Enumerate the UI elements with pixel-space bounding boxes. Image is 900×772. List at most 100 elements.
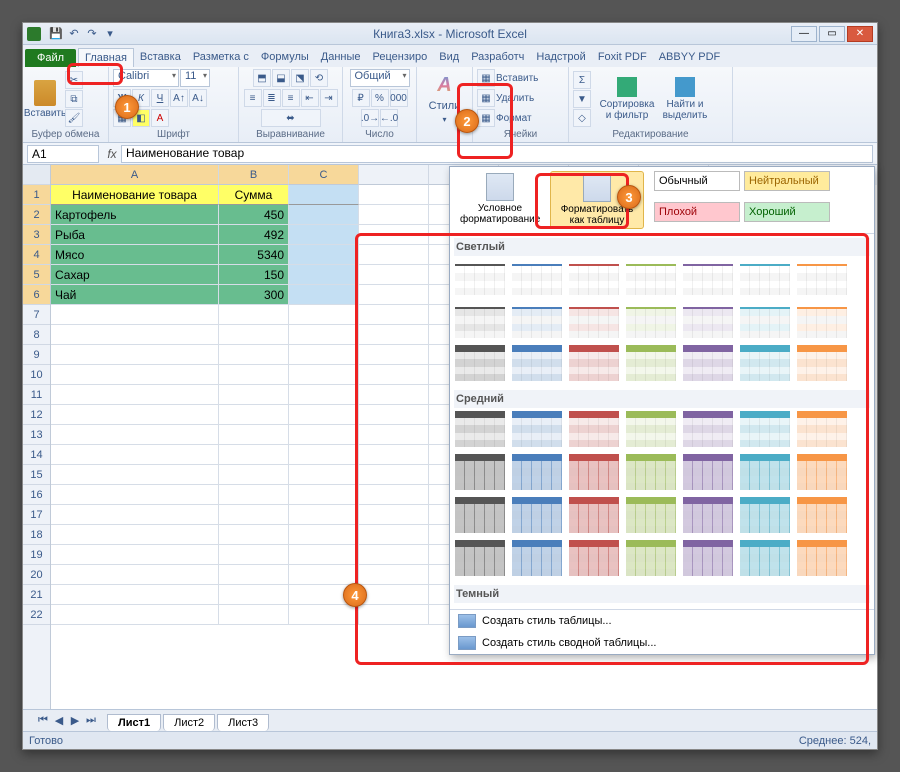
orientation-icon[interactable]: ⟲	[310, 69, 328, 87]
table-style-thumb[interactable]	[454, 258, 506, 296]
cell[interactable]	[289, 205, 359, 225]
cell[interactable]	[289, 485, 359, 505]
qat-dropdown-icon[interactable]: ▾	[102, 26, 118, 42]
cell[interactable]	[289, 425, 359, 445]
indent-dec-icon[interactable]: ⇤	[301, 89, 319, 107]
redo-icon[interactable]: ↷	[84, 26, 100, 42]
cell[interactable]	[289, 285, 359, 305]
cell[interactable]	[289, 365, 359, 385]
percent-icon[interactable]: %	[371, 89, 389, 107]
wrap-merge-icon[interactable]: ⬌	[261, 109, 321, 127]
align-right-icon[interactable]: ≡	[282, 89, 300, 107]
cell[interactable]	[219, 485, 289, 505]
cell[interactable]	[51, 365, 219, 385]
table-style-thumb[interactable]	[511, 539, 563, 577]
sheet-tab[interactable]: Лист1	[107, 714, 161, 731]
copy-icon[interactable]: ⧉	[65, 90, 83, 108]
row-header[interactable]: 11	[23, 385, 50, 405]
table-style-thumb[interactable]	[454, 539, 506, 577]
align-bot-icon[interactable]: ⬔	[291, 69, 309, 87]
ribbon-tab-0[interactable]: Главная	[78, 48, 134, 67]
save-icon[interactable]: 💾	[48, 26, 64, 42]
maximize-button[interactable]: ▭	[819, 26, 845, 42]
underline-button[interactable]: Ч	[151, 89, 169, 107]
ribbon-tab-5[interactable]: Рецензиро	[367, 48, 434, 67]
cell[interactable]	[289, 505, 359, 525]
indent-inc-icon[interactable]: ⇥	[320, 89, 338, 107]
col-header[interactable]: A	[51, 165, 219, 185]
cell[interactable]: Сумма	[219, 185, 289, 205]
table-style-thumb[interactable]	[739, 496, 791, 534]
cell[interactable]	[51, 605, 219, 625]
row-header[interactable]: 9	[23, 345, 50, 365]
align-top-icon[interactable]: ⬒	[253, 69, 271, 87]
table-style-thumb[interactable]	[568, 344, 620, 382]
cell[interactable]	[289, 545, 359, 565]
table-style-thumb[interactable]	[796, 301, 848, 339]
table-style-thumb[interactable]	[796, 453, 848, 491]
cell[interactable]	[289, 605, 359, 625]
table-style-thumb[interactable]	[739, 301, 791, 339]
ribbon-tab-4[interactable]: Данные	[315, 48, 367, 67]
row-header[interactable]: 8	[23, 325, 50, 345]
comma-icon[interactable]: 000	[390, 89, 408, 107]
cell[interactable]: Мясо	[51, 245, 219, 265]
align-left-icon[interactable]: ≡	[244, 89, 262, 107]
table-style-thumb[interactable]	[568, 539, 620, 577]
ribbon-tab-9[interactable]: Foxit PDF	[592, 48, 653, 67]
cell[interactable]	[219, 505, 289, 525]
new-table-style[interactable]: Создать стиль таблицы...	[450, 610, 874, 632]
table-style-thumb[interactable]	[454, 301, 506, 339]
cell[interactable]	[51, 465, 219, 485]
table-style-thumb[interactable]	[796, 496, 848, 534]
ribbon-tab-1[interactable]: Вставка	[134, 48, 187, 67]
ribbon-tab-6[interactable]: Вид	[433, 48, 465, 67]
table-style-thumb[interactable]	[511, 344, 563, 382]
table-style-thumb[interactable]	[682, 453, 734, 491]
clear-icon[interactable]: ◇	[573, 109, 591, 127]
insert-cells-icon[interactable]: ▦	[477, 69, 495, 87]
formula-input[interactable]: Наименование товар	[121, 145, 873, 163]
dec-decimal-icon[interactable]: ←.0	[380, 109, 398, 127]
row-header[interactable]: 19	[23, 545, 50, 565]
select-all-corner[interactable]	[23, 165, 50, 185]
table-style-thumb[interactable]	[682, 344, 734, 382]
ribbon-tab-10[interactable]: ABBYY PDF	[653, 48, 727, 67]
cell[interactable]: 5340	[219, 245, 289, 265]
last-sheet-icon[interactable]: ⏭	[83, 714, 99, 727]
name-box[interactable]: A1	[27, 145, 99, 163]
ribbon-tab-3[interactable]: Формулы	[255, 48, 315, 67]
table-style-thumb[interactable]	[625, 301, 677, 339]
font-name-combo[interactable]: Calibri	[113, 69, 179, 87]
table-style-thumb[interactable]	[625, 410, 677, 448]
delete-cells-icon[interactable]: ▦	[477, 89, 495, 107]
cell[interactable]	[51, 485, 219, 505]
cell[interactable]	[51, 585, 219, 605]
font-color-icon[interactable]: A	[151, 109, 169, 127]
row-header[interactable]: 7	[23, 305, 50, 325]
fill-icon[interactable]: ▼	[573, 90, 591, 108]
cell[interactable]	[289, 305, 359, 325]
table-style-thumb[interactable]	[739, 453, 791, 491]
conditional-formatting-button[interactable]: Условное форматирование	[454, 171, 546, 229]
find-select-button[interactable]: Найти и выделить	[657, 74, 713, 124]
table-style-thumb[interactable]	[625, 258, 677, 296]
table-style-thumb[interactable]	[454, 496, 506, 534]
row-header[interactable]: 22	[23, 605, 50, 625]
cell[interactable]	[219, 525, 289, 545]
cell-style-normal[interactable]: Обычный	[654, 171, 740, 191]
cell[interactable]	[51, 565, 219, 585]
cell[interactable]: Картофель	[51, 205, 219, 225]
cell[interactable]	[51, 445, 219, 465]
table-style-thumb[interactable]	[625, 539, 677, 577]
cell[interactable]	[219, 565, 289, 585]
table-style-thumb[interactable]	[682, 539, 734, 577]
table-style-thumb[interactable]	[682, 496, 734, 534]
table-style-thumb[interactable]	[682, 258, 734, 296]
table-style-thumb[interactable]	[625, 496, 677, 534]
cell[interactable]: Рыба	[51, 225, 219, 245]
cell-style-bad[interactable]: Плохой	[654, 202, 740, 222]
cell[interactable]	[289, 185, 359, 205]
table-style-thumb[interactable]	[796, 344, 848, 382]
file-tab[interactable]: Файл	[25, 49, 76, 67]
